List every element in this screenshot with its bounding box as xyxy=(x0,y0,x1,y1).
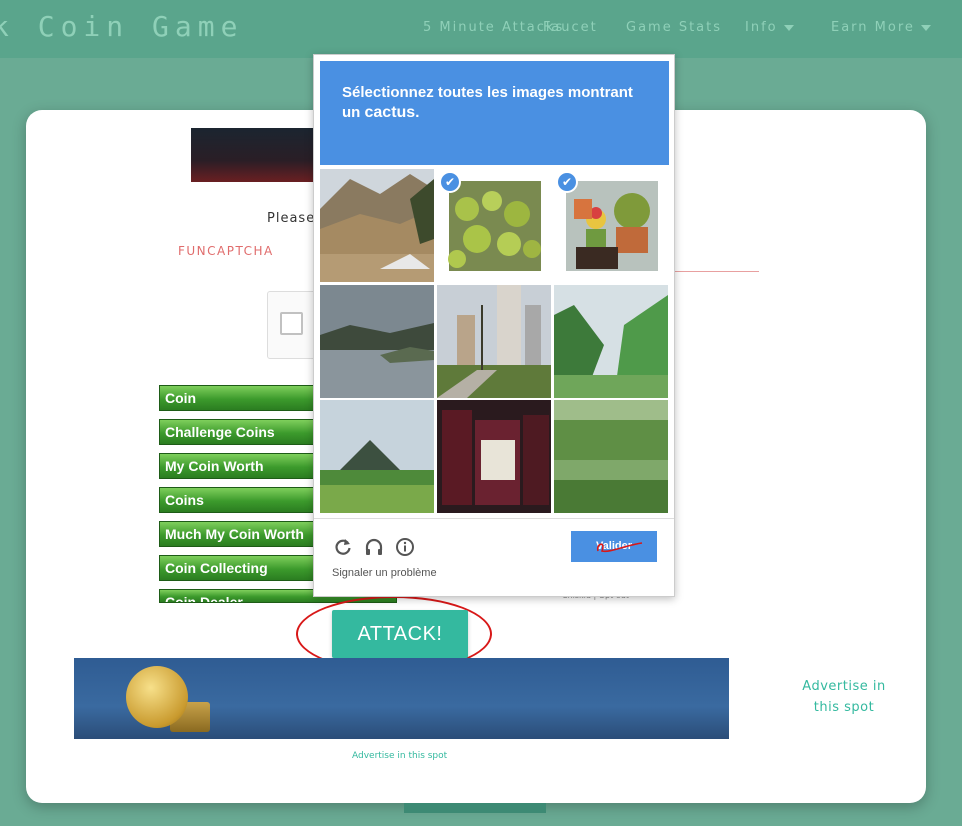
nav-earn-more[interactable]: Earn More xyxy=(831,20,931,35)
bitcoin-coin-image xyxy=(126,666,188,728)
ad-banner-image[interactable] xyxy=(74,658,729,739)
mountain-hill-image xyxy=(320,400,434,513)
red-scribble-annotation xyxy=(596,542,643,553)
valley-image xyxy=(554,285,668,398)
river-image xyxy=(320,285,434,398)
captcha-dialog: Sélectionnez toutes les images montrant … xyxy=(313,54,675,597)
nav-game-stats[interactable]: Game Stats xyxy=(626,20,722,35)
captcha-tile-3[interactable]: ✔ xyxy=(554,169,668,282)
bottom-tab xyxy=(404,803,546,813)
captcha-tile-8[interactable] xyxy=(437,400,551,513)
captcha-instruction: Sélectionnez toutes les images montrant … xyxy=(320,61,669,165)
chevron-down-icon xyxy=(783,24,794,31)
nav-earn-more-label: Earn More xyxy=(831,20,915,35)
green-field-image xyxy=(554,400,668,513)
chevron-down-icon xyxy=(920,24,931,31)
captcha-instruction-suffix: . xyxy=(415,104,420,121)
checkmark-icon: ✔ xyxy=(556,171,578,193)
header-banner-image xyxy=(191,128,321,182)
advertise-link-right[interactable]: Advertise in this spot xyxy=(788,676,900,718)
advertise-link-small[interactable]: Advertise in this spot xyxy=(352,751,447,761)
nav-info-label: Info xyxy=(745,20,778,35)
captcha-tile-4[interactable] xyxy=(320,285,434,398)
captcha-checkbox-widget xyxy=(267,291,319,359)
nav-faucet[interactable]: Faucet xyxy=(543,20,598,35)
mountain-landscape-image xyxy=(320,169,434,282)
captcha-checkbox[interactable] xyxy=(280,312,303,335)
divider xyxy=(314,518,674,519)
captcha-target-word: cactus xyxy=(364,104,416,121)
nav-info[interactable]: Info xyxy=(745,20,794,35)
captcha-tile-6[interactable] xyxy=(554,285,668,398)
jars-image xyxy=(437,400,551,513)
top-nav: k Coin Game 5 Minute Attacks Faucet Game… xyxy=(0,0,962,58)
checkmark-icon: ✔ xyxy=(439,171,461,193)
captcha-tile-9[interactable] xyxy=(554,400,668,513)
headphones-icon[interactable] xyxy=(364,537,384,557)
funcaptcha-label: FUNCAPTCHA xyxy=(178,244,274,258)
divider xyxy=(674,271,759,272)
captcha-tile-1[interactable] xyxy=(320,169,434,282)
attack-button[interactable]: ATTACK! xyxy=(332,610,468,658)
captcha-tile-7[interactable] xyxy=(320,400,434,513)
instruction-text: Please xyxy=(267,211,316,226)
site-brand[interactable]: k Coin Game xyxy=(0,10,243,43)
refresh-icon[interactable] xyxy=(333,537,353,557)
city-park-image xyxy=(437,285,551,398)
info-icon[interactable] xyxy=(395,537,415,557)
captcha-tile-2[interactable]: ✔ xyxy=(437,169,551,282)
report-problem-link[interactable]: Signaler un problème xyxy=(332,567,437,579)
captcha-tile-5[interactable] xyxy=(437,285,551,398)
